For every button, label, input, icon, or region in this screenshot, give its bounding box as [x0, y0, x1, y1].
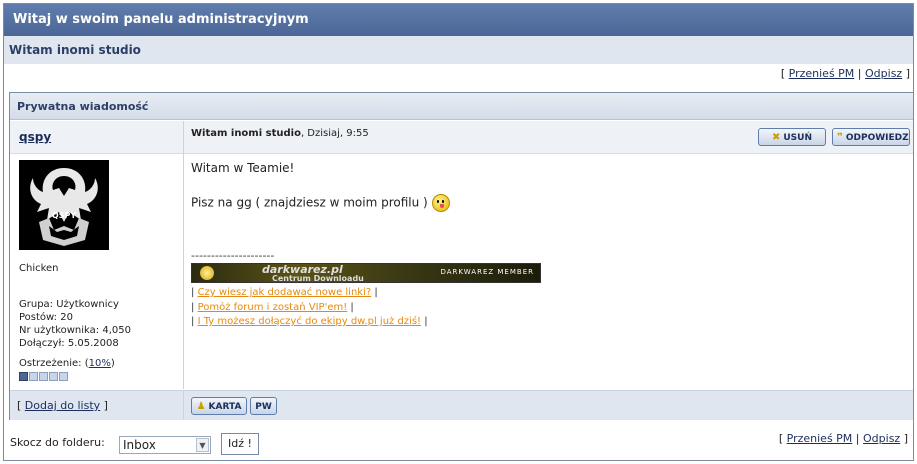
- move-pm-link-bottom[interactable]: Przenieś PM: [787, 432, 853, 445]
- author-rank: Chicken: [19, 263, 59, 274]
- folder-select-value: Inbox: [123, 438, 156, 452]
- message-column: Witam inomi studio, Dzisiaj, 9:55 ✖ USUŃ …: [184, 121, 913, 389]
- private-message-button[interactable]: PW: [250, 397, 277, 415]
- top-actions: [ Przenieś PM | Odpisz ]: [781, 66, 910, 82]
- signature-links: | Czy wiesz jak dodawać nowe linki? | | …: [191, 286, 428, 330]
- panel-frame: Witaj w swoim panelu administracyjnym Wi…: [3, 3, 914, 461]
- reply-label: ODPOWIEDZ: [845, 133, 909, 143]
- user-no-label: Nr użytkownika:: [19, 325, 100, 336]
- bracket-open: [: [17, 399, 22, 412]
- go-button[interactable]: Idź !: [221, 433, 259, 455]
- message-subject: Witam inomi studio: [191, 128, 301, 139]
- pm-header: Prywatna wiadomość: [10, 93, 913, 120]
- separator: |: [374, 287, 378, 298]
- user-no-value: 4,050: [102, 325, 131, 336]
- message-header: Witam inomi studio, Dzisiaj, 9:55 ✖ USUŃ …: [184, 121, 913, 154]
- posts-label: Postów:: [19, 312, 58, 323]
- smiley-icon: [431, 194, 450, 212]
- reply-link[interactable]: Odpisz: [865, 67, 902, 80]
- folder-select[interactable]: Inbox ▼: [119, 436, 211, 454]
- warning-segment: [59, 372, 68, 381]
- bottom-actions: [ Przenieś PM | Odpisz ]: [779, 432, 908, 445]
- page-title: Witaj w swoim panelu administracyjnym: [4, 4, 913, 36]
- separator: |: [191, 301, 195, 313]
- user-icon: ♟: [196, 401, 206, 412]
- separator: |: [191, 287, 195, 298]
- warning-segment: [49, 372, 58, 381]
- page-subtitle: Witam inomi studio: [4, 36, 913, 64]
- private-message-box: Prywatna wiadomość qspy QSPY Chicken Gru…: [9, 92, 914, 420]
- group-value: Użytkownicy: [56, 299, 119, 310]
- signature-banner[interactable]: darkwarez.pl Centrum Downloadu DARKWAREZ…: [191, 263, 541, 283]
- warning-segment: [29, 372, 38, 381]
- warning-segment: [19, 372, 28, 381]
- add-to-list-link[interactable]: Dodaj do listy: [25, 399, 100, 412]
- bracket-close: ]: [103, 399, 108, 412]
- joined-value: 5.05.2008: [67, 338, 119, 349]
- avatar-image: QSPY: [19, 160, 109, 250]
- group-label: Grupa:: [19, 299, 54, 310]
- warning: Ostrzeżenie: (10%): [19, 358, 115, 369]
- separator: |: [857, 67, 862, 80]
- delete-label: USUŃ: [783, 133, 813, 143]
- bracket-open: [: [780, 67, 786, 80]
- username-cell: qspy: [10, 121, 183, 154]
- separator: |: [855, 432, 860, 445]
- author-column: qspy QSPY Chicken Grupa: Użytkownicy Pos…: [10, 121, 184, 389]
- move-pm-link[interactable]: Przenieś PM: [789, 67, 855, 80]
- signature-link-1[interactable]: Czy wiesz jak dodawać nowe linki?: [198, 287, 372, 298]
- message-footer: ♟ KARTA PW: [184, 390, 913, 420]
- jump-label: Skocz do folderu:: [10, 436, 105, 449]
- message-line-2-wrap: Pisz na gg ( znajdziesz w moim profilu ): [191, 194, 891, 212]
- reply-button[interactable]: ❞ ODPOWIEDZ: [832, 128, 910, 146]
- separator: |: [424, 316, 428, 327]
- avatar-label: QSPY: [52, 211, 76, 220]
- close-icon: ✖: [771, 132, 781, 143]
- bracket-close: ]: [903, 432, 908, 445]
- signature-link-3[interactable]: I Ty możesz dołączyć do ekipy dw.pl już …: [198, 316, 422, 327]
- bracket-open: [: [778, 432, 784, 445]
- karta-label: KARTA: [208, 402, 242, 412]
- message-date: , Dzisiaj, 9:55: [300, 128, 369, 139]
- message-line-1: Witam w Teamie!: [191, 161, 295, 175]
- message-line-2: Pisz na gg ( znajdziesz w moim profilu ): [191, 195, 428, 210]
- joined-label: Dołączył:: [19, 338, 65, 349]
- sun-icon: [200, 266, 214, 280]
- posts-value: 20: [60, 312, 73, 323]
- warning-label: Ostrzeżenie:: [19, 358, 82, 369]
- add-to-list-wrap: [ Dodaj do listy ]: [17, 399, 108, 412]
- chevron-down-icon: ▼: [196, 438, 209, 452]
- profile-card-button[interactable]: ♟ KARTA: [191, 397, 247, 415]
- author-username-link[interactable]: qspy: [19, 130, 51, 144]
- author-footer: [ Dodaj do listy ]: [10, 390, 184, 420]
- author-stats: Grupa: Użytkownicy Postów: 20 Nr użytkow…: [19, 298, 131, 350]
- warning-value-link[interactable]: 10%: [89, 358, 111, 369]
- message-meta: Witam inomi studio, Dzisiaj, 9:55: [191, 128, 369, 139]
- banner-member: DARKWAREZ MEMBER: [440, 268, 534, 276]
- reply-link-bottom[interactable]: Odpisz: [863, 432, 900, 445]
- banner-subtitle: Centrum Downloadu: [272, 274, 364, 283]
- separator: |: [350, 301, 354, 313]
- warning-segment: [39, 372, 48, 381]
- avatar: QSPY: [19, 160, 109, 250]
- signature-divider: ---------------------: [191, 249, 275, 262]
- bracket-close: ]: [905, 67, 910, 80]
- message-body: Witam w Teamie! Pisz na gg ( znajdziesz …: [191, 161, 891, 212]
- delete-button[interactable]: ✖ USUŃ: [758, 128, 826, 146]
- quote-icon: ❞: [837, 132, 843, 143]
- warning-level-bar: [19, 372, 68, 381]
- separator: |: [191, 316, 195, 327]
- signature-link-2[interactable]: Pomóż forum i zostań VIP'em!: [198, 302, 348, 313]
